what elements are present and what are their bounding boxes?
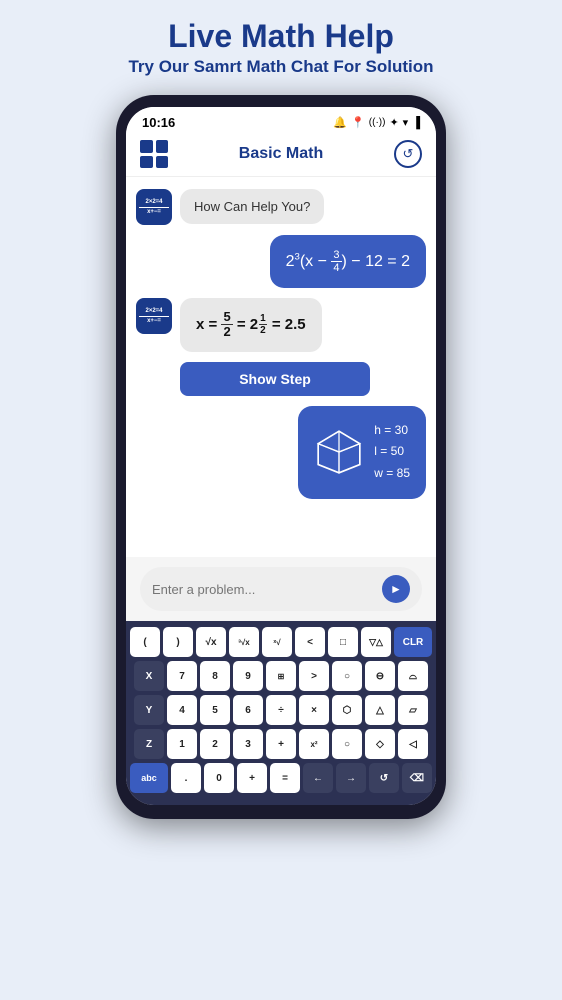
key-hexagon[interactable]: ⬡ bbox=[332, 695, 362, 725]
phone-screen: 10:16 🔔 📍 ((·)) ✦ ▾ ▐ Basic Math ↺ bbox=[126, 107, 436, 805]
key-sqrt[interactable]: √x bbox=[196, 627, 226, 657]
key-plus-2[interactable]: + bbox=[237, 763, 267, 793]
input-row: ► bbox=[140, 567, 422, 611]
bot-avatar: 2×2=4 x+−= bbox=[136, 189, 172, 225]
send-button[interactable]: ► bbox=[382, 575, 410, 603]
key-triangle-up[interactable]: ▽△ bbox=[361, 627, 391, 657]
math-keyboard: ( ) √x ³√x ˣ√ < □ ▽△ CLR X 7 8 9 ⊞ > ○ ⊖… bbox=[126, 621, 436, 805]
keyboard-row-3: Y 4 5 6 ÷ × ⬡ △ ▱ bbox=[130, 695, 432, 725]
key-right-arrow[interactable]: → bbox=[336, 763, 366, 793]
page-title: Live Math Help bbox=[20, 18, 542, 55]
key-cylinder[interactable]: ○ bbox=[332, 661, 362, 691]
keyboard-row-2: X 7 8 9 ⊞ > ○ ⊖ ⌓ bbox=[130, 661, 432, 691]
key-open-paren[interactable]: ( bbox=[130, 627, 160, 657]
location-icon: 📍 bbox=[351, 116, 365, 129]
status-bar: 10:16 🔔 📍 ((·)) ✦ ▾ ▐ bbox=[126, 107, 436, 134]
answer-bubble: x = 52 = 212 = 2.5 bbox=[180, 298, 322, 352]
bot-answer-row: 2×2=4 x+−= x = 52 = 212 = 2.5 bbox=[136, 298, 426, 352]
show-step-button[interactable]: Show Step bbox=[180, 362, 370, 396]
key-7[interactable]: 7 bbox=[167, 661, 197, 691]
key-left-arrow[interactable]: ← bbox=[303, 763, 333, 793]
key-divide[interactable]: ÷ bbox=[266, 695, 296, 725]
key-x[interactable]: X bbox=[134, 661, 164, 691]
key-3[interactable]: 3 bbox=[233, 729, 263, 759]
key-8[interactable]: 8 bbox=[200, 661, 230, 691]
key-right-triangle[interactable]: ◁ bbox=[398, 729, 428, 759]
key-6[interactable]: 6 bbox=[233, 695, 263, 725]
user-3d-row: h = 30l = 50w = 85 bbox=[136, 406, 426, 499]
key-refresh[interactable]: ↺ bbox=[369, 763, 399, 793]
status-time: 10:16 bbox=[142, 115, 175, 130]
keyboard-row-1: ( ) √x ³√x ˣ√ < □ ▽△ CLR bbox=[130, 627, 432, 657]
key-cbrt[interactable]: ³√x bbox=[229, 627, 259, 657]
key-trapezoid[interactable]: ⌓ bbox=[398, 661, 428, 691]
key-plus[interactable]: + bbox=[266, 729, 296, 759]
key-0[interactable]: 0 bbox=[204, 763, 234, 793]
key-abc[interactable]: abc bbox=[130, 763, 168, 793]
key-z[interactable]: Z bbox=[134, 729, 164, 759]
bot-welcome-row: 2×2=4 x+−= How Can Help You? bbox=[136, 189, 426, 225]
chat-area: 2×2=4 x+−= How Can Help You? 23(x − 34) … bbox=[126, 177, 436, 557]
history-button[interactable]: ↺ bbox=[394, 140, 422, 168]
bluetooth-icon: ✦ bbox=[389, 116, 398, 129]
key-multiply[interactable]: × bbox=[299, 695, 329, 725]
key-square[interactable]: □ bbox=[328, 627, 358, 657]
key-backspace[interactable]: ⌫ bbox=[402, 763, 432, 793]
key-less-than[interactable]: < bbox=[295, 627, 325, 657]
bot-avatar-2: 2×2=4 x+−= bbox=[136, 298, 172, 334]
key-close-paren[interactable]: ) bbox=[163, 627, 193, 657]
keyboard-row-4: Z 1 2 3 + x² ○ ◇ ◁ bbox=[130, 729, 432, 759]
user-3d-bubble: h = 30l = 50w = 85 bbox=[298, 406, 426, 499]
key-squared[interactable]: x² bbox=[299, 729, 329, 759]
key-4[interactable]: 4 bbox=[167, 695, 197, 725]
key-nth-root[interactable]: ˣ√ bbox=[262, 627, 292, 657]
signal-icon: ▾ bbox=[403, 116, 409, 129]
key-5[interactable]: 5 bbox=[200, 695, 230, 725]
key-circle-minus[interactable]: ⊖ bbox=[365, 661, 395, 691]
user-equation-row: 23(x − 34) − 12 = 2 bbox=[136, 235, 426, 288]
page-header: Live Math Help Try Our Samrt Math Chat F… bbox=[0, 0, 562, 87]
key-equals[interactable]: = bbox=[270, 763, 300, 793]
key-triangle[interactable]: △ bbox=[365, 695, 395, 725]
key-frac[interactable]: ⊞ bbox=[266, 661, 296, 691]
cube-stats: h = 30l = 50w = 85 bbox=[374, 420, 410, 485]
key-greater-than[interactable]: > bbox=[299, 661, 329, 691]
phone-frame: 10:16 🔔 📍 ((·)) ✦ ▾ ▐ Basic Math ↺ bbox=[116, 95, 446, 819]
key-2[interactable]: 2 bbox=[200, 729, 230, 759]
app-bar-title: Basic Math bbox=[239, 145, 323, 163]
key-parallelogram[interactable]: ▱ bbox=[398, 695, 428, 725]
welcome-bubble: How Can Help You? bbox=[180, 189, 324, 224]
page-subtitle: Try Our Samrt Math Chat For Solution bbox=[20, 57, 542, 77]
key-dot[interactable]: . bbox=[171, 763, 201, 793]
problem-input[interactable] bbox=[152, 582, 374, 597]
grid-menu-icon[interactable] bbox=[140, 140, 168, 168]
key-diamond[interactable]: ◇ bbox=[365, 729, 395, 759]
battery-icon: ▐ bbox=[412, 117, 420, 129]
notification-icon: 🔔 bbox=[333, 116, 347, 129]
key-clr[interactable]: CLR bbox=[394, 627, 432, 657]
input-container: ► bbox=[126, 557, 436, 621]
app-bar: Basic Math ↺ bbox=[126, 134, 436, 177]
status-icons: 🔔 📍 ((·)) ✦ ▾ ▐ bbox=[333, 116, 420, 129]
key-1[interactable]: 1 bbox=[167, 729, 197, 759]
cube-icon bbox=[314, 427, 364, 477]
user-equation-bubble: 23(x − 34) − 12 = 2 bbox=[270, 235, 426, 288]
keyboard-row-5: abc . 0 + = ← → ↺ ⌫ bbox=[130, 763, 432, 793]
key-circle2[interactable]: ○ bbox=[332, 729, 362, 759]
wifi-icon: ((·)) bbox=[369, 117, 386, 128]
key-y[interactable]: Y bbox=[134, 695, 164, 725]
key-9[interactable]: 9 bbox=[233, 661, 263, 691]
